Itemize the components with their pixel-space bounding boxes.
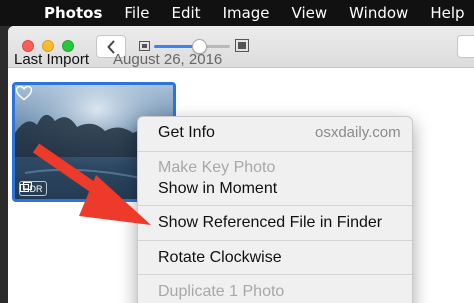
hdr-badge: HDR — [19, 181, 47, 196]
menu-item-show-referenced-file[interactable]: Show Referenced File in Finder — [158, 214, 382, 232]
watermark-text: osxdaily.com — [315, 124, 401, 141]
menu-separator — [138, 151, 412, 152]
section-title: Last Import — [14, 51, 90, 68]
menu-file[interactable]: File — [124, 4, 149, 22]
menu-bar: Photos File Edit Image View Window Help — [0, 0, 474, 26]
menu-help[interactable]: Help — [430, 4, 464, 22]
large-thumbnail-icon — [235, 39, 249, 52]
favorite-heart-icon[interactable] — [15, 85, 33, 101]
stacked-photos-icon — [20, 182, 32, 192]
context-menu: Get Info osxdaily.com Make Key Photo Sho… — [137, 116, 413, 303]
menu-image[interactable]: Image — [223, 4, 270, 22]
menu-item-rotate-clockwise[interactable]: Rotate Clockwise — [158, 249, 282, 267]
menu-separator — [138, 205, 412, 206]
menu-window[interactable]: Window — [349, 4, 408, 22]
menu-view[interactable]: View — [292, 4, 328, 22]
toolbar-right-button[interactable] — [457, 35, 474, 58]
small-thumbnail-icon — [139, 41, 150, 51]
menu-item-duplicate-photo: Duplicate 1 Photo — [158, 283, 285, 300]
menu-item-make-key-photo: Make Key Photo — [158, 159, 276, 176]
menu-item-show-in-moment[interactable]: Show in Moment — [158, 180, 277, 198]
menu-edit[interactable]: Edit — [172, 4, 201, 22]
menu-separator — [138, 274, 412, 275]
section-date: August 26, 2016 — [113, 51, 223, 68]
menu-item-get-info[interactable]: Get Info — [158, 124, 215, 142]
menu-app-photos[interactable]: Photos — [44, 4, 102, 22]
menu-separator — [138, 240, 412, 241]
